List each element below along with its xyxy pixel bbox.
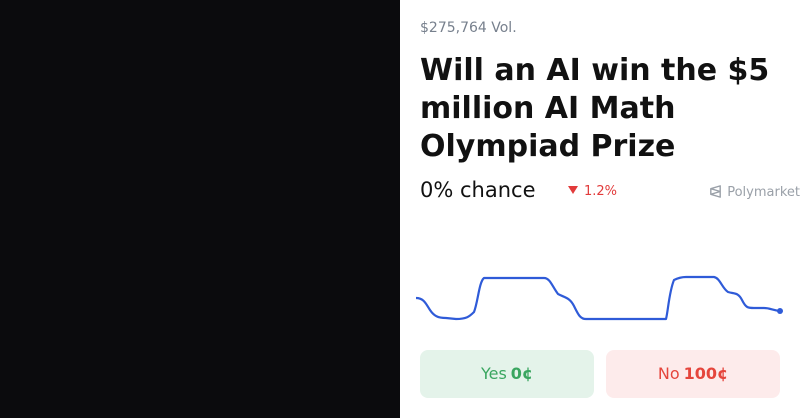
down-arrow-icon	[568, 186, 578, 194]
volume-label: $275,764 Vol.	[420, 20, 517, 36]
no-button[interactable]: No 100¢	[606, 350, 780, 398]
change-value: 1.2%	[584, 184, 618, 199]
market-card[interactable]: $275,764 Vol. Will an AI win the $5 mill…	[400, 0, 800, 418]
price-line	[416, 275, 782, 321]
chance-row: 0% chance 1.2% Polymarket	[420, 178, 800, 208]
price-end-point	[777, 308, 783, 314]
change-indicator: 1.2%	[568, 184, 617, 199]
yes-label: Yes	[480, 364, 507, 383]
no-label: No	[657, 364, 680, 383]
yes-button[interactable]: Yes 0¢	[420, 350, 594, 398]
brand-name: Polymarket	[727, 185, 800, 200]
yes-price: 0¢	[510, 364, 534, 383]
polymarket-logo-icon	[710, 185, 722, 198]
chance-value: 0% chance	[420, 178, 536, 202]
no-price: 100¢	[683, 364, 729, 383]
price-chart	[416, 275, 783, 321]
brand[interactable]: Polymarket	[708, 184, 800, 200]
market-title[interactable]: Will an AI win the $5 million AI Math Ol…	[420, 52, 785, 166]
left-panel	[0, 0, 400, 418]
